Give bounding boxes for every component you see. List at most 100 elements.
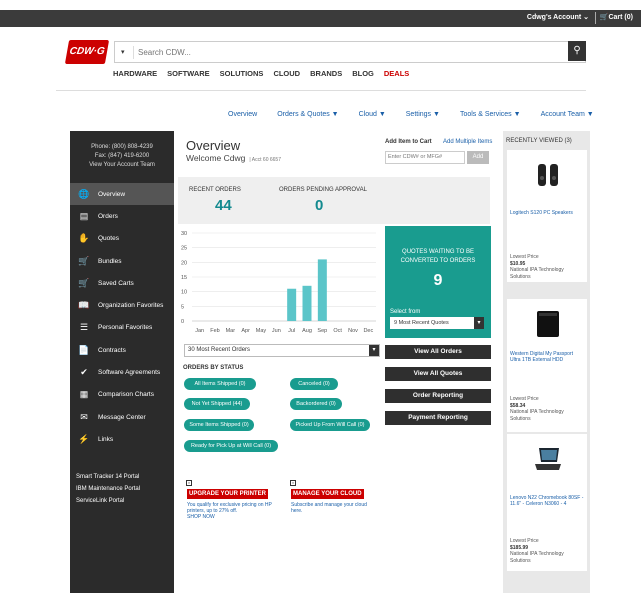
product-price-info: Lowest Price $185.99 National IPA Technolo… <box>510 538 584 564</box>
document-icon: 📄 <box>78 344 90 355</box>
recently-viewed-item[interactable]: Lenovo N22 Chromebook 80SF - 11.6" - Cel… <box>507 434 587 571</box>
pending-approval-count: 0 <box>315 197 324 214</box>
product-image[interactable] <box>533 160 563 190</box>
nav-software[interactable]: SOFTWARE <box>167 69 210 78</box>
y-tick-label: 0 <box>181 319 184 325</box>
account-menu[interactable]: Cdwg's Account ⌄ <box>527 13 589 21</box>
close-icon[interactable]: × <box>186 480 192 486</box>
promo-banner[interactable]: × MANAGE YOUR CLOUD Subscribe and manage y… <box>286 476 382 550</box>
subnav-item[interactable]: Orders & Quotes ▼ <box>277 111 338 118</box>
portal-link[interactable]: Smart Tracker 14 Portal <box>76 471 140 483</box>
product-name-link[interactable]: Logitech S120 PC Speakers <box>510 210 584 216</box>
promo-body: You qualify for exclusive pricing on HP … <box>187 502 272 514</box>
sidebar-item-label: Quotes <box>98 235 119 243</box>
recently-viewed-item[interactable]: Western Digital My Passport Ultra 1TB Ex… <box>507 299 587 432</box>
sidebar-item-orders[interactable]: ▤ Orders <box>70 205 174 227</box>
bolt-icon: ⚡ <box>78 433 90 444</box>
product-name-link[interactable]: Lenovo N22 Chromebook 80SF - 11.6" - Cel… <box>510 495 584 507</box>
nav-deals[interactable]: DEALS <box>384 69 409 78</box>
cart-link[interactable]: 🛒Cart (0) <box>600 13 633 21</box>
product-name-link[interactable]: Western Digital My Passport Ultra 1TB Ex… <box>510 351 584 363</box>
chevron-down-icon: ▾ <box>369 345 379 356</box>
cart-icon: 🛒 <box>78 255 90 266</box>
product-image[interactable] <box>533 444 563 474</box>
bar-sep[interactable] <box>317 259 327 321</box>
add-item-title: Add Item to Cart <box>385 139 432 145</box>
sidebar-item-personal-favorites[interactable]: ☰ Personal Favorites <box>70 317 174 339</box>
status-filter[interactable]: Canceled (0) <box>290 378 338 390</box>
subnav-item[interactable]: Settings ▼ <box>406 111 440 118</box>
cdwg-logo[interactable]: CDW·G <box>64 40 110 64</box>
bar-jul[interactable] <box>287 288 297 321</box>
sidebar-item-software-agreements[interactable]: ✔ Software Agreements <box>70 361 174 383</box>
account-label: Cdwg's Account <box>526 14 582 21</box>
shop-now-link[interactable]: SHOP NOW <box>187 514 273 520</box>
add-multiple-items-link[interactable]: Add Multiple Items <box>443 139 492 145</box>
nav-cloud[interactable]: CLOUD <box>273 69 300 78</box>
chart-icon: ▦ <box>79 389 89 400</box>
sidebar-item-organization-favorites[interactable]: 📖 Organization Favorites <box>70 294 174 316</box>
status-filter[interactable]: All Items Shipped (0) <box>184 378 256 390</box>
sidebar-item-message-center[interactable]: ✉ Message Center <box>70 406 174 428</box>
sidebar-item-overview[interactable]: 🌐 Overview <box>70 183 174 206</box>
y-tick-label: 10 <box>181 290 187 296</box>
pending-orders-stat[interactable]: ORDERS PENDING APPROVAL 0 <box>279 187 367 214</box>
sidebar-item-quotes[interactable]: ✋ Quotes <box>70 228 174 250</box>
subnav-item[interactable]: Account Team ▼ <box>541 111 594 118</box>
recent-orders-label: RECENT ORDERS <box>189 187 241 193</box>
sidebar-item-contracts[interactable]: 📄 Contracts <box>70 339 174 361</box>
x-tick-label: Oct <box>333 328 342 334</box>
payment-reporting-button[interactable]: Payment Reporting <box>385 411 491 425</box>
quotes-waiting-count[interactable]: 9 <box>385 272 491 290</box>
status-filter[interactable]: Backordered (0) <box>290 398 342 410</box>
view-account-team-link[interactable]: View Your Account Team <box>70 161 174 170</box>
subnav-item[interactable]: Overview <box>228 111 257 118</box>
book-icon: 📖 <box>78 300 90 311</box>
recent-orders-stat[interactable]: RECENT ORDERS 44 <box>189 187 241 214</box>
subnav-item[interactable]: Tools & Services ▼ <box>460 111 521 118</box>
portal-links: Smart Tracker 14 Portal IBM Maintenance P… <box>76 471 140 507</box>
order-reporting-button[interactable]: Order Reporting <box>385 389 491 403</box>
close-icon[interactable]: × <box>290 480 296 486</box>
product-image[interactable] <box>533 309 563 339</box>
sidebar-item-label: Comparison Charts <box>98 391 154 399</box>
status-filter[interactable]: Ready for Pick Up at Will Call (0) <box>184 440 278 452</box>
add-button[interactable]: Add <box>467 151 489 164</box>
sidebar-item-links[interactable]: ⚡ Links <box>70 428 174 450</box>
x-tick-label: Nov <box>348 328 358 334</box>
portal-link[interactable]: IBM Maintenance Portal <box>76 483 140 495</box>
nav-solutions[interactable]: SOLUTIONS <box>220 69 264 78</box>
x-tick-label: Aug <box>302 328 312 334</box>
bar-aug[interactable] <box>302 285 312 321</box>
nav-brands[interactable]: BRANDS <box>310 69 342 78</box>
fax-number: Fax: (847) 419-6200 <box>94 153 150 159</box>
sidebar-item-saved-carts[interactable]: 🛒 Saved Carts <box>70 272 174 294</box>
portal-link[interactable]: ServiceLink Portal <box>76 495 140 507</box>
add-item-input[interactable]: Enter CDW# or MFG# <box>385 151 465 164</box>
search-button[interactable]: ⚲ <box>568 41 586 61</box>
sidebar-item-bundles[interactable]: 🛒 Bundles <box>70 250 174 272</box>
order-stats: RECENT ORDERS 44 ORDERS PENDING APPROVAL… <box>178 177 490 224</box>
x-tick-label: May <box>256 328 267 334</box>
view-all-quotes-button[interactable]: View All Quotes <box>385 367 491 381</box>
status-filter[interactable]: Picked Up From Will Call (0) <box>290 419 370 431</box>
status-filter[interactable]: Some Items Shipped (0) <box>184 419 254 431</box>
recently-viewed-panel: RECENTLY VIEWED (3) Logitech S120 PC Spe… <box>503 131 590 593</box>
x-tick-label: Jun <box>272 328 281 334</box>
subnav-item[interactable]: Cloud ▼ <box>359 111 386 118</box>
status-filter[interactable]: Not Yet Shipped (44) <box>184 398 250 410</box>
nav-blog[interactable]: BLOG <box>352 69 374 78</box>
divider <box>133 46 134 59</box>
view-all-orders-button[interactable]: View All Orders <box>385 345 491 359</box>
recent-orders-select[interactable]: 30 Most Recent Orders ▾ <box>184 344 380 357</box>
product-price-info: Lowest Price $10.95 National IPA Technolog… <box>510 254 584 280</box>
search-category-dropdown[interactable]: ▾ <box>121 48 125 56</box>
saved-cart-icon: 🛒 <box>78 277 90 288</box>
promo-text: You qualify for exclusive pricing on HP … <box>187 502 273 520</box>
recently-viewed-item[interactable]: Logitech S120 PC Speakers Lowest Price $10… <box>507 150 587 282</box>
nav-hardware[interactable]: HARDWARE <box>113 69 157 78</box>
promo-banner[interactable]: × UPGRADE YOUR PRINTER You qualify for exc… <box>182 476 278 550</box>
quotes-select[interactable]: 9 Most Recent Quotes ▾ <box>390 317 484 329</box>
search-input[interactable] <box>138 45 558 59</box>
sidebar-item-comparison-charts[interactable]: ▦ Comparison Charts <box>70 384 174 406</box>
